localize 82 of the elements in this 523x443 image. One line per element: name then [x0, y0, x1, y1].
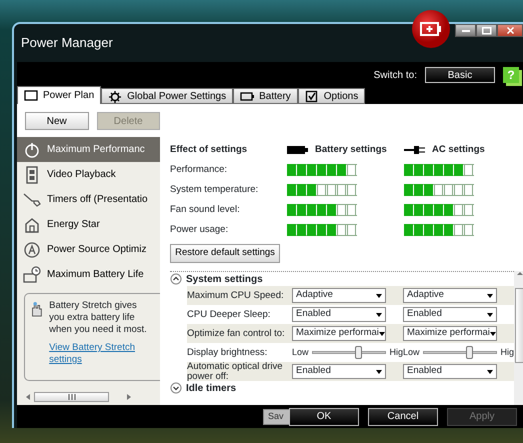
dropdown[interactable]: Maximize performai [292, 326, 386, 341]
caret-icon [490, 332, 496, 336]
setting-label: Automatic optical drive power off: [187, 362, 284, 382]
scroll-left-icon[interactable] [25, 392, 31, 400]
dropdown[interactable]: Adaptive [292, 288, 386, 303]
close-button[interactable] [497, 24, 523, 37]
maximize-button[interactable] [476, 24, 497, 37]
caret-icon [487, 312, 493, 316]
battery-badge-icon [412, 10, 450, 48]
chevron-icon [170, 382, 182, 394]
dropdown[interactable]: Enabled [292, 364, 386, 379]
slider-thumb[interactable] [466, 346, 473, 359]
setting-label: Display brightness: [187, 348, 268, 358]
plan-item[interactable]: Energy Star [17, 212, 160, 237]
power-icon [23, 140, 41, 158]
row-label: Fan sound level: [170, 202, 241, 217]
house-icon [23, 216, 41, 234]
scroll-right-icon[interactable] [126, 392, 132, 400]
setting-label: Optimize fan control to: [187, 328, 286, 338]
plan-item[interactable]: Video Playback [17, 162, 160, 187]
page-icon [24, 89, 38, 102]
plug-icon [404, 145, 426, 155]
cancel-button[interactable]: Cancel [368, 408, 438, 426]
battery-clock-icon [23, 266, 41, 284]
caret-icon [487, 294, 493, 298]
section-title: Idle timers [186, 382, 236, 396]
tab[interactable]: Power Plan [17, 86, 102, 104]
caret-icon [378, 332, 385, 336]
caret-icon [376, 312, 382, 316]
column-heading: Battery settings [315, 142, 387, 157]
caret-icon [376, 370, 382, 374]
tab[interactable]: Options [298, 88, 366, 104]
minimize-icon [462, 30, 470, 32]
tab[interactable]: Battery [233, 88, 298, 104]
grip-icon [66, 394, 76, 400]
setting-label: CPU Deeper Sleep: [187, 310, 272, 320]
scroll-up-icon[interactable] [516, 271, 522, 276]
dropdown[interactable]: Adaptive [403, 288, 497, 303]
tab[interactable]: Global Power Settings [101, 88, 234, 104]
caret-icon [376, 294, 382, 298]
dropdown[interactable]: Enabled [403, 307, 497, 322]
slider-label: Low [403, 346, 420, 359]
info-text: Battery Stretch gives you extra battery life when you need it most. [49, 300, 148, 336]
slider-label: Hig [500, 346, 514, 359]
close-icon [506, 27, 514, 34]
column-heading: Effect of settings [170, 142, 248, 157]
slider-thumb[interactable] [354, 346, 362, 359]
checkbox-icon [304, 90, 319, 102]
caret-icon [487, 370, 493, 374]
plan-item[interactable]: Power Source Optimiz [17, 237, 160, 262]
row-label: Power usage: [170, 222, 230, 237]
dropdown[interactable]: Enabled [403, 364, 497, 379]
slider-label: Hig [389, 346, 403, 359]
gear-icon [108, 90, 122, 102]
dropdown[interactable]: Enabled [292, 307, 386, 322]
plan-item[interactable]: Timers off (Presentatio [17, 187, 160, 212]
ok-button[interactable]: OK [289, 408, 359, 426]
expand-toggle[interactable] [170, 273, 182, 285]
basic-button[interactable]: Basic [425, 67, 495, 83]
slider-label: Low [292, 346, 309, 359]
switch-label: Switch to: [374, 68, 417, 82]
row-label: Performance: [170, 162, 228, 177]
setting-label: Maximum CPU Speed: [187, 290, 285, 300]
settings-link[interactable]: View Battery Stretch settings [49, 342, 156, 366]
tag-icon [23, 190, 41, 208]
battery-icon [287, 145, 309, 155]
column-heading: AC settings [432, 142, 485, 157]
dropdown[interactable]: Maximize performai [403, 326, 497, 341]
minimize-button[interactable] [455, 24, 476, 37]
row-label: System temperature: [170, 182, 260, 197]
new-button[interactable]: New [25, 112, 88, 130]
plan-item[interactable]: Maximum Performanc [17, 137, 160, 162]
save-button[interactable]: Sav [263, 408, 289, 424]
battery-icon [240, 90, 254, 102]
plan-item[interactable]: Maximum Battery Life [17, 262, 160, 287]
vertical-scrollbar[interactable] [514, 271, 523, 405]
hand-icon [29, 300, 44, 318]
maximize-icon [482, 26, 492, 34]
expand-toggle[interactable] [170, 382, 182, 394]
window-title: Power Manager [21, 34, 113, 52]
section-title: System settings [186, 272, 263, 286]
restore-button[interactable]: Restore default settings [170, 244, 280, 263]
